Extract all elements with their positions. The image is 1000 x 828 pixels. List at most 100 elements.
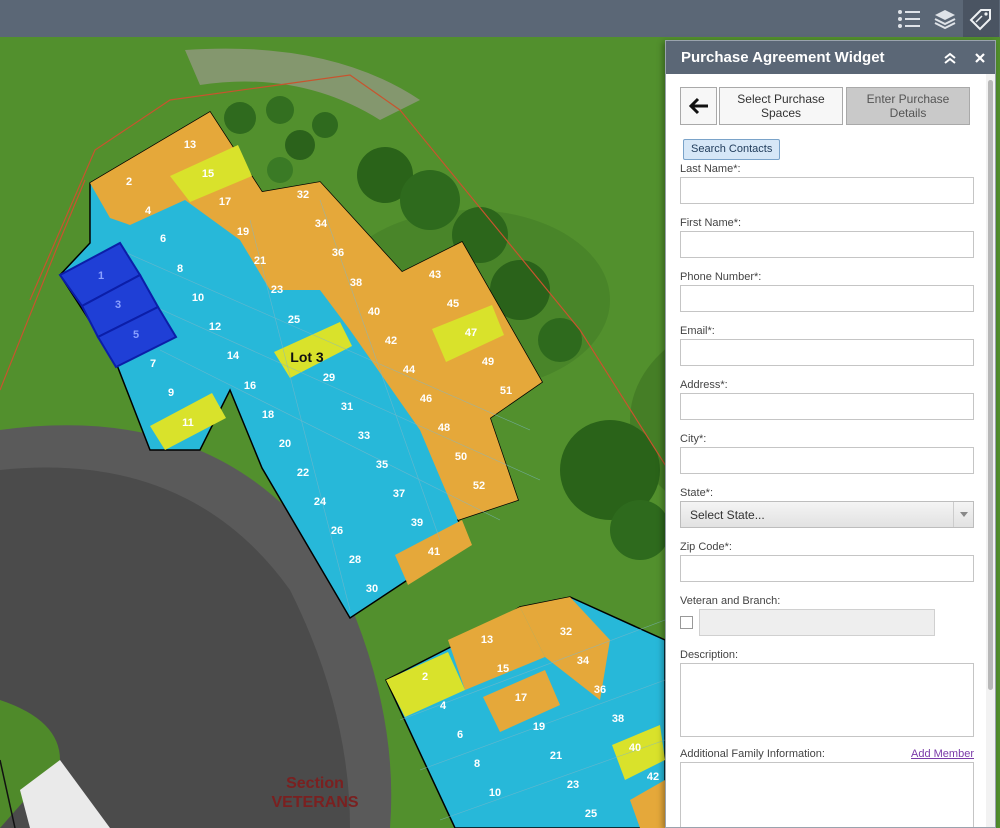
- svg-text:43: 43: [429, 269, 441, 281]
- address-label: Address*:: [680, 379, 728, 391]
- veteran-branch-input[interactable]: [699, 609, 935, 636]
- svg-text:2: 2: [126, 176, 132, 188]
- svg-text:37: 37: [393, 488, 405, 500]
- arrow-left-icon: [688, 97, 708, 115]
- chevron-down-icon: [953, 502, 973, 527]
- svg-text:36: 36: [594, 684, 606, 696]
- search-contacts-button[interactable]: Search Contacts: [683, 139, 781, 160]
- svg-text:6: 6: [457, 729, 463, 741]
- svg-text:16: 16: [244, 380, 256, 392]
- purchase-agreement-widget: Purchase Agreement Widget Select Purchas…: [665, 40, 996, 828]
- svg-text:28: 28: [349, 554, 361, 566]
- add-member-link[interactable]: Add Member: [911, 748, 974, 760]
- svg-text:30: 30: [366, 583, 378, 595]
- svg-text:34: 34: [315, 218, 328, 230]
- phone-label: Phone Number*:: [680, 271, 762, 283]
- svg-text:34: 34: [577, 655, 590, 667]
- widget-title: Purchase Agreement Widget: [681, 49, 885, 66]
- address-input[interactable]: [680, 393, 974, 420]
- svg-text:3: 3: [115, 299, 121, 311]
- svg-text:11: 11: [182, 417, 194, 429]
- svg-text:13: 13: [184, 139, 196, 151]
- svg-text:25: 25: [585, 808, 597, 820]
- widget-body: Select Purchase Spaces Enter Purchase De…: [666, 74, 988, 827]
- svg-text:Lot 3: Lot 3: [290, 349, 324, 365]
- select-purchase-spaces-button[interactable]: Select Purchase Spaces: [719, 87, 843, 125]
- enter-purchase-details-button[interactable]: Enter Purchase Details: [846, 87, 970, 125]
- svg-text:21: 21: [254, 255, 266, 267]
- email-label: Email*:: [680, 325, 715, 337]
- last-name-input[interactable]: [680, 177, 974, 204]
- svg-text:10: 10: [192, 292, 204, 304]
- svg-text:12: 12: [209, 321, 221, 333]
- svg-text:32: 32: [297, 189, 309, 201]
- svg-text:49: 49: [482, 356, 494, 368]
- scrollbar-thumb[interactable]: [988, 80, 993, 690]
- svg-text:51: 51: [500, 385, 512, 397]
- svg-text:21: 21: [550, 750, 562, 762]
- svg-text:15: 15: [497, 663, 509, 675]
- svg-text:10: 10: [489, 787, 501, 799]
- veteran-row: [680, 609, 988, 636]
- close-icon[interactable]: [965, 41, 995, 74]
- zip-input[interactable]: [680, 555, 974, 582]
- email-input[interactable]: [680, 339, 974, 366]
- state-select-value: Select State...: [690, 507, 765, 522]
- veteran-checkbox[interactable]: [680, 616, 693, 629]
- description-label: Description:: [680, 649, 739, 661]
- widget-scrollbar[interactable]: [986, 74, 995, 827]
- svg-text:46: 46: [420, 393, 432, 405]
- family-info-textarea[interactable]: [680, 762, 974, 827]
- svg-text:45: 45: [447, 298, 459, 310]
- svg-text:8: 8: [474, 758, 480, 770]
- svg-text:6: 6: [160, 233, 166, 245]
- list-icon[interactable]: [891, 0, 927, 37]
- description-textarea[interactable]: [680, 663, 974, 737]
- svg-text:8: 8: [177, 263, 183, 275]
- svg-text:47: 47: [465, 327, 477, 339]
- city-input[interactable]: [680, 447, 974, 474]
- svg-text:25: 25: [288, 314, 300, 326]
- svg-text:52: 52: [473, 480, 485, 492]
- svg-text:44: 44: [403, 364, 416, 376]
- svg-text:2: 2: [422, 671, 428, 683]
- svg-text:31: 31: [341, 401, 353, 413]
- state-select[interactable]: Select State...: [680, 501, 974, 528]
- svg-text:35: 35: [376, 459, 388, 471]
- collapse-icon[interactable]: [935, 41, 965, 74]
- svg-text:1: 1: [98, 270, 104, 282]
- veteran-label: Veteran and Branch:: [680, 595, 781, 607]
- svg-text:26: 26: [331, 525, 343, 537]
- svg-text:23: 23: [567, 779, 579, 791]
- svg-text:39: 39: [411, 517, 423, 529]
- svg-text:40: 40: [629, 742, 641, 754]
- city-label: City*:: [680, 433, 707, 445]
- zip-label: Zip Code*:: [680, 541, 732, 553]
- top-toolbar: [0, 0, 1000, 37]
- svg-text:40: 40: [368, 306, 380, 318]
- section-label-line1: Section: [286, 775, 344, 792]
- tag-icon[interactable]: [963, 0, 999, 37]
- svg-text:42: 42: [385, 335, 397, 347]
- svg-text:41: 41: [428, 546, 440, 558]
- svg-text:13: 13: [481, 634, 493, 646]
- svg-text:4: 4: [145, 205, 152, 217]
- back-button[interactable]: [680, 87, 717, 125]
- svg-text:18: 18: [262, 409, 274, 421]
- svg-text:5: 5: [133, 329, 139, 341]
- svg-text:36: 36: [332, 247, 344, 259]
- layers-icon[interactable]: [927, 0, 963, 37]
- svg-text:15: 15: [202, 168, 214, 180]
- svg-text:7: 7: [150, 358, 156, 370]
- family-info-row: Additional Family Information: Add Membe…: [680, 748, 974, 760]
- family-info-label: Additional Family Information:: [680, 748, 825, 760]
- svg-text:29: 29: [323, 372, 335, 384]
- widget-header: Purchase Agreement Widget: [666, 41, 995, 74]
- state-label: State*:: [680, 487, 714, 499]
- svg-text:9: 9: [168, 387, 174, 399]
- last-name-label: Last Name*:: [680, 163, 741, 175]
- first-name-input[interactable]: [680, 231, 974, 258]
- svg-text:32: 32: [560, 626, 572, 638]
- phone-input[interactable]: [680, 285, 974, 312]
- svg-text:50: 50: [455, 451, 467, 463]
